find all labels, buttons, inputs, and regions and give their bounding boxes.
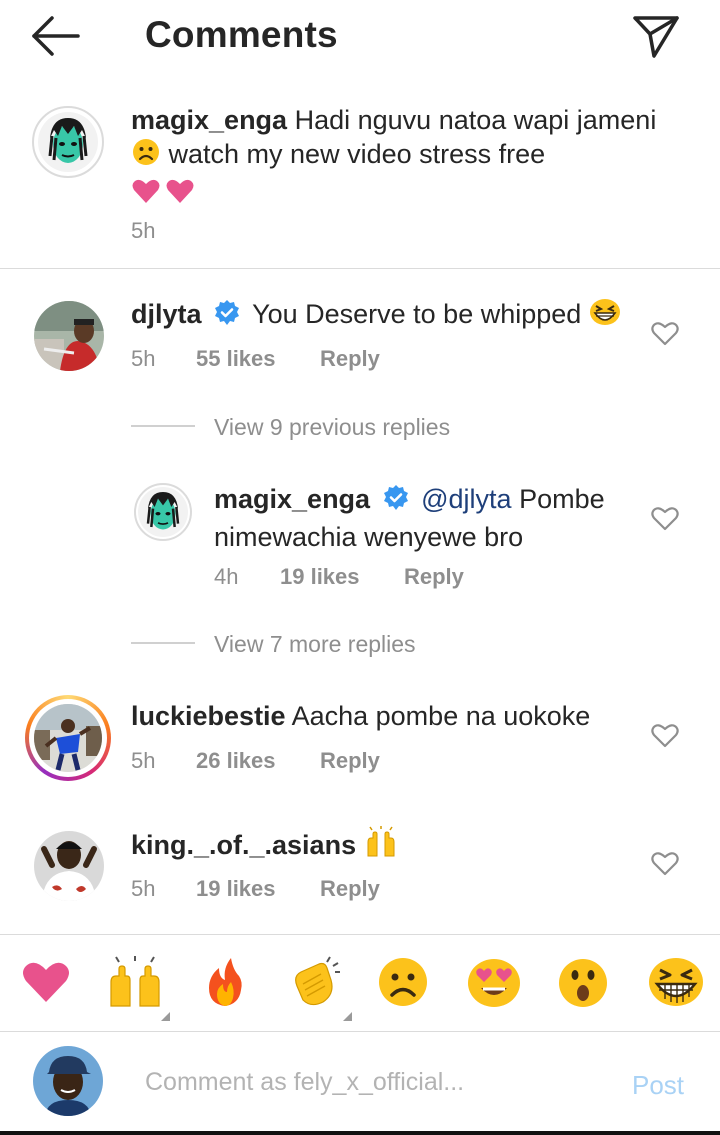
- comment-username[interactable]: king._.of._.asians: [131, 830, 356, 860]
- grinning-squint-face-icon[interactable]: [648, 956, 703, 1008]
- nav-bar-edge: [0, 1131, 720, 1135]
- skin-tone-indicator: [161, 1012, 170, 1021]
- reply-button[interactable]: Reply: [320, 346, 380, 372]
- avatar[interactable]: [138, 487, 188, 537]
- comment-likes[interactable]: 19 likes: [196, 876, 276, 902]
- verified-badge-icon: [213, 299, 241, 335]
- heart-icon[interactable]: [20, 956, 72, 1008]
- caption-text: magix_enga Hadi nguvu natoa wapi jameni …: [131, 103, 691, 213]
- page-title: Comments: [145, 14, 338, 55]
- heart-outline-icon[interactable]: [651, 722, 679, 748]
- reply-button[interactable]: Reply: [404, 564, 464, 590]
- arrow-left-icon[interactable]: [30, 14, 82, 58]
- header-bar: Comments: [0, 0, 720, 74]
- comment-time: 5h: [131, 876, 156, 901]
- verified-badge-icon: [382, 484, 410, 520]
- divider: [131, 642, 195, 644]
- comment-time: 5h: [131, 346, 156, 371]
- mention-link[interactable]: @djlyta: [421, 484, 511, 514]
- skin-tone-indicator: [343, 1012, 352, 1021]
- heart-icon: [131, 177, 195, 213]
- heart-outline-icon[interactable]: [651, 850, 679, 876]
- avatar[interactable]: [34, 301, 104, 371]
- comment-body: You Deserve to be whipped: [252, 299, 582, 329]
- comment-text: luckiebestie Aacha pombe na uokoke: [131, 699, 590, 733]
- avatar: [33, 1046, 103, 1116]
- paper-plane-icon[interactable]: [630, 12, 682, 60]
- reply-button[interactable]: Reply: [320, 876, 380, 902]
- comment-likes[interactable]: 55 likes: [196, 346, 276, 372]
- grinning-squint-face-icon: [589, 297, 621, 335]
- divider: [0, 1031, 720, 1032]
- caption-username[interactable]: magix_enga: [131, 105, 287, 135]
- comment-text: magix_enga @djlyta Pombe nimewachia weny…: [214, 482, 634, 554]
- fire-icon[interactable]: [199, 956, 251, 1008]
- avatar[interactable]: [34, 831, 104, 901]
- view-previous-replies-button[interactable]: View 9 previous replies: [214, 414, 450, 441]
- comment-text: king._.of._.asians: [131, 826, 398, 866]
- view-more-replies-button[interactable]: View 7 more replies: [214, 631, 416, 658]
- frowning-face-icon[interactable]: [377, 956, 429, 1008]
- comment-time: 4h: [214, 564, 239, 589]
- heart-outline-icon[interactable]: [651, 505, 679, 531]
- astonished-face-icon[interactable]: [557, 956, 609, 1008]
- comment-username[interactable]: magix_enga: [214, 484, 370, 514]
- comment-input[interactable]: Comment as fely_x_official...: [145, 1068, 464, 1097]
- reply-button[interactable]: Reply: [320, 748, 380, 774]
- comment-username[interactable]: djlyta: [131, 299, 202, 329]
- divider: [131, 425, 195, 427]
- raised-hands-icon: [364, 826, 398, 866]
- frowning-face-icon: [131, 137, 161, 175]
- comment-likes[interactable]: 26 likes: [196, 748, 276, 774]
- comment-time: 5h: [131, 748, 156, 773]
- caption-text-part1: Hadi nguvu natoa wapi jameni: [294, 105, 657, 135]
- caption-time: 5h: [131, 218, 156, 243]
- comment-likes[interactable]: 19 likes: [280, 564, 360, 590]
- heart-eyes-face-icon[interactable]: [467, 956, 520, 1008]
- comment-body: Aacha pombe na uokoke: [291, 701, 591, 731]
- raised-hands-icon[interactable]: [107, 956, 160, 1008]
- comment-username[interactable]: luckiebestie: [131, 701, 286, 731]
- avatar[interactable]: [34, 704, 102, 772]
- heart-outline-icon[interactable]: [651, 320, 679, 346]
- avatar[interactable]: [38, 112, 98, 172]
- caption-text-part2: watch my new video stress free: [168, 139, 546, 169]
- post-button[interactable]: Post: [632, 1070, 684, 1101]
- divider: [0, 268, 720, 269]
- clapping-hands-icon[interactable]: [287, 956, 340, 1008]
- comment-text: djlyta You Deserve to be whipped: [131, 297, 621, 335]
